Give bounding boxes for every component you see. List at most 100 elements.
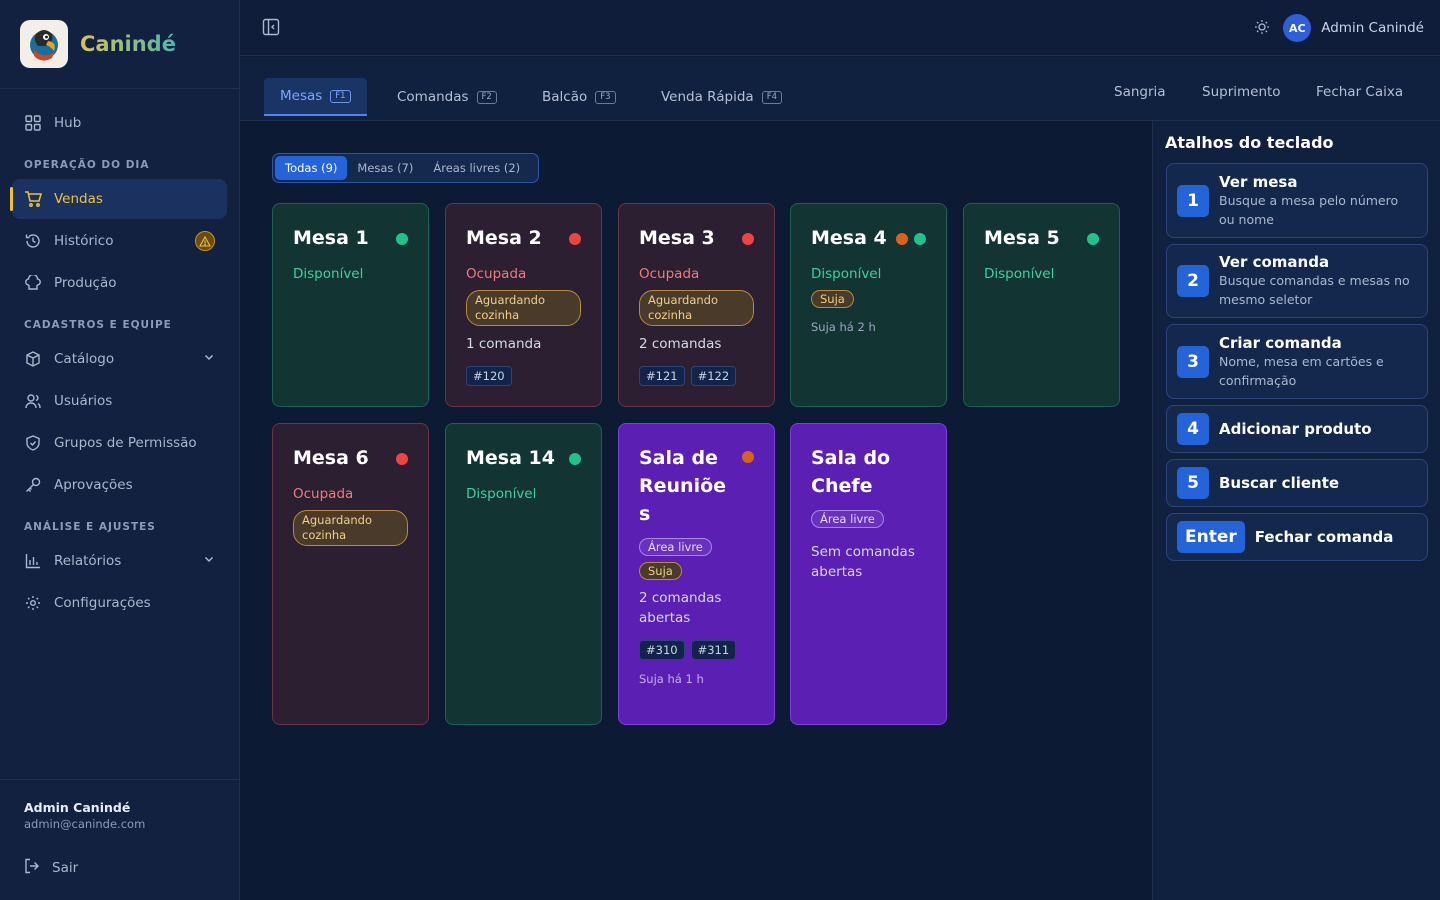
filter-mesas[interactable]: Mesas (7) (347, 156, 423, 180)
status-dot (1087, 233, 1099, 245)
table-card-mesa-4[interactable]: Mesa 4 Disponível Suja Suja há 2 h (790, 203, 947, 407)
table-card-mesa-3[interactable]: Mesa 3 Ocupada Aguardando cozinha 2 coma… (618, 203, 775, 407)
sidebar-item-label: Catálogo (54, 351, 115, 367)
kitchen-status-badge: Aguardando cozinha (466, 290, 581, 326)
sidebar-item-label: Relatórios (54, 553, 122, 569)
shortcut-ver-comanda[interactable]: 2 Ver comanda Busque comandas e mesas no… (1166, 244, 1428, 318)
gear-icon (24, 594, 42, 612)
sidebar-item-aprovacoes[interactable]: Aprovações (12, 465, 227, 505)
sidebar-item-hub[interactable]: Hub (12, 103, 227, 143)
card-title: Mesa 14 (466, 447, 555, 469)
order-chip[interactable]: #121 (639, 366, 685, 386)
card-title: Sala do Chefe (811, 447, 891, 497)
shortcut-key: 5 (1177, 467, 1209, 499)
shortcut-key: Enter (1177, 521, 1245, 553)
tab-balcao[interactable]: Balcão F3 (526, 78, 632, 116)
shortcut-buscar-cliente[interactable]: 5 Buscar cliente (1166, 459, 1428, 507)
area-badge: Área livre (639, 538, 712, 556)
sidebar-item-label: Vendas (54, 191, 103, 207)
sidebar-item-relatorios[interactable]: Relatórios (12, 541, 227, 581)
shortcut-ver-mesa[interactable]: 1 Ver mesa Busque a mesa pelo número ou … (1166, 163, 1428, 238)
table-card-mesa-6[interactable]: Mesa 6 Ocupada Aguardando cozinha (272, 423, 429, 725)
shortcut-badge: F3 (595, 90, 616, 104)
history-icon (24, 232, 42, 250)
sidebar-item-label: Hub (54, 115, 82, 131)
fechar-caixa-button[interactable]: Fechar Caixa (1316, 84, 1403, 100)
shortcut-badge: F4 (761, 90, 783, 104)
shortcut-key: 4 (1177, 413, 1209, 445)
macaw-logo-icon (30, 30, 58, 61)
brand: Canindé (0, 0, 239, 89)
shortcut-key: 2 (1177, 265, 1209, 297)
dirty-since: Suja há 2 h (811, 320, 876, 334)
tab-comandas[interactable]: Comandas F2 (381, 78, 513, 116)
sidebar-item-label: Usuários (54, 393, 113, 409)
order-chip[interactable]: #311 (690, 640, 737, 660)
status-dot (742, 233, 754, 245)
chevron-down-icon (203, 351, 215, 367)
order-chip[interactable]: #310 (639, 640, 685, 660)
suprimento-button[interactable]: Suprimento (1202, 84, 1281, 100)
dirty-dot (896, 233, 908, 245)
sun-icon[interactable] (1254, 19, 1270, 39)
status-dot (396, 233, 408, 245)
shortcuts-panel: Atalhos do teclado 1 Ver mesa Busque a m… (1152, 121, 1440, 900)
sidebar-item-catalogo[interactable]: Catálogo (12, 339, 227, 379)
shortcut-title: Ver comanda (1219, 253, 1330, 271)
shortcut-badge: F1 (330, 89, 351, 103)
order-chip[interactable]: #122 (690, 366, 737, 386)
table-card-mesa-2[interactable]: Mesa 2 Ocupada Aguardando cozinha 1 coma… (445, 203, 602, 407)
filter-todas[interactable]: Todas (9) (275, 156, 348, 180)
brand-logo[interactable] (20, 20, 68, 68)
logout-icon (24, 858, 40, 878)
sidebar-toggle-icon[interactable] (262, 18, 280, 40)
area-card-sala-chefe[interactable]: Sala do Chefe Área livre Sem comandas ab… (790, 423, 947, 725)
sidebar-footer: Admin Canindé admin@caninde.com Sair (0, 779, 239, 900)
table-card-mesa-1[interactable]: Mesa 1 Disponível (272, 203, 429, 407)
card-status: Ocupada (639, 266, 700, 282)
table-card-mesa-5[interactable]: Mesa 5 Disponível (963, 203, 1120, 407)
chevron-down-icon (203, 553, 215, 569)
card-title: Mesa 1 (293, 227, 369, 249)
shortcut-fechar-comanda[interactable]: Enter Fechar comanda (1166, 513, 1428, 561)
key-icon (24, 476, 42, 494)
sidebar-item-vendas[interactable]: Vendas (10, 179, 227, 219)
sidebar-item-producao[interactable]: Produção (12, 263, 227, 303)
dirty-badge: Suja (811, 290, 854, 308)
section-title: OPERAÇÃO DO DIA (24, 159, 150, 171)
table-card-mesa-14[interactable]: Mesa 14 Disponível (445, 423, 602, 725)
sidebar-nav: Hub OPERAÇÃO DO DIA Vendas Histórico Pro… (0, 89, 239, 623)
sangria-button[interactable]: Sangria (1114, 84, 1166, 100)
sidebar-item-configuracoes[interactable]: Configurações (12, 583, 227, 623)
card-status: Disponível (466, 486, 537, 502)
sidebar-item-label: Aprovações (54, 477, 133, 493)
tab-mesas[interactable]: Mesas F1 (264, 78, 367, 116)
shortcut-title: Criar comanda (1219, 333, 1342, 352)
tab-label: Mesas (280, 88, 323, 104)
tab-venda-rapida[interactable]: Venda Rápida F4 (645, 78, 798, 116)
dirty-badge: Suja (639, 562, 682, 580)
area-card-sala-reunioes[interactable]: Sala de Reuniõe s Área livre Suja 2 coma… (618, 423, 775, 725)
filter-areas-livres[interactable]: Áreas livres (2) (423, 156, 530, 180)
sidebar-item-grupos[interactable]: Grupos de Permissão (12, 423, 227, 463)
sidebar: Canindé Hub OPERAÇÃO DO DIA Vendas Histó… (0, 0, 240, 900)
sidebar-item-label: Configurações (54, 595, 151, 611)
status-dot (396, 453, 408, 465)
users-icon (24, 392, 42, 410)
sidebar-item-usuarios[interactable]: Usuários (12, 381, 227, 421)
sidebar-item-historico[interactable]: Histórico (12, 221, 227, 261)
user-menu[interactable]: AC Admin Canindé (1283, 14, 1424, 42)
order-chip[interactable]: #120 (466, 366, 512, 386)
card-status: Ocupada (293, 486, 354, 502)
card-status: Disponível (984, 266, 1055, 282)
card-title: Mesa 5 (984, 227, 1060, 249)
shortcut-adicionar-produto[interactable]: 4 Adicionar produto (1166, 405, 1428, 453)
shortcut-badge: F2 (476, 90, 497, 104)
shortcut-criar-comanda[interactable]: 3 Criar comanda Nome, mesa em cartões e … (1166, 324, 1428, 399)
area-badge: Área livre (811, 510, 884, 528)
cart-icon (24, 190, 42, 208)
shortcut-desc: Nome, mesa em cartões e confirmação (1219, 353, 1384, 388)
logout-button[interactable]: Sair (24, 858, 78, 878)
shortcut-title: Adicionar produto (1219, 420, 1372, 438)
bar-chart-icon (24, 552, 42, 570)
